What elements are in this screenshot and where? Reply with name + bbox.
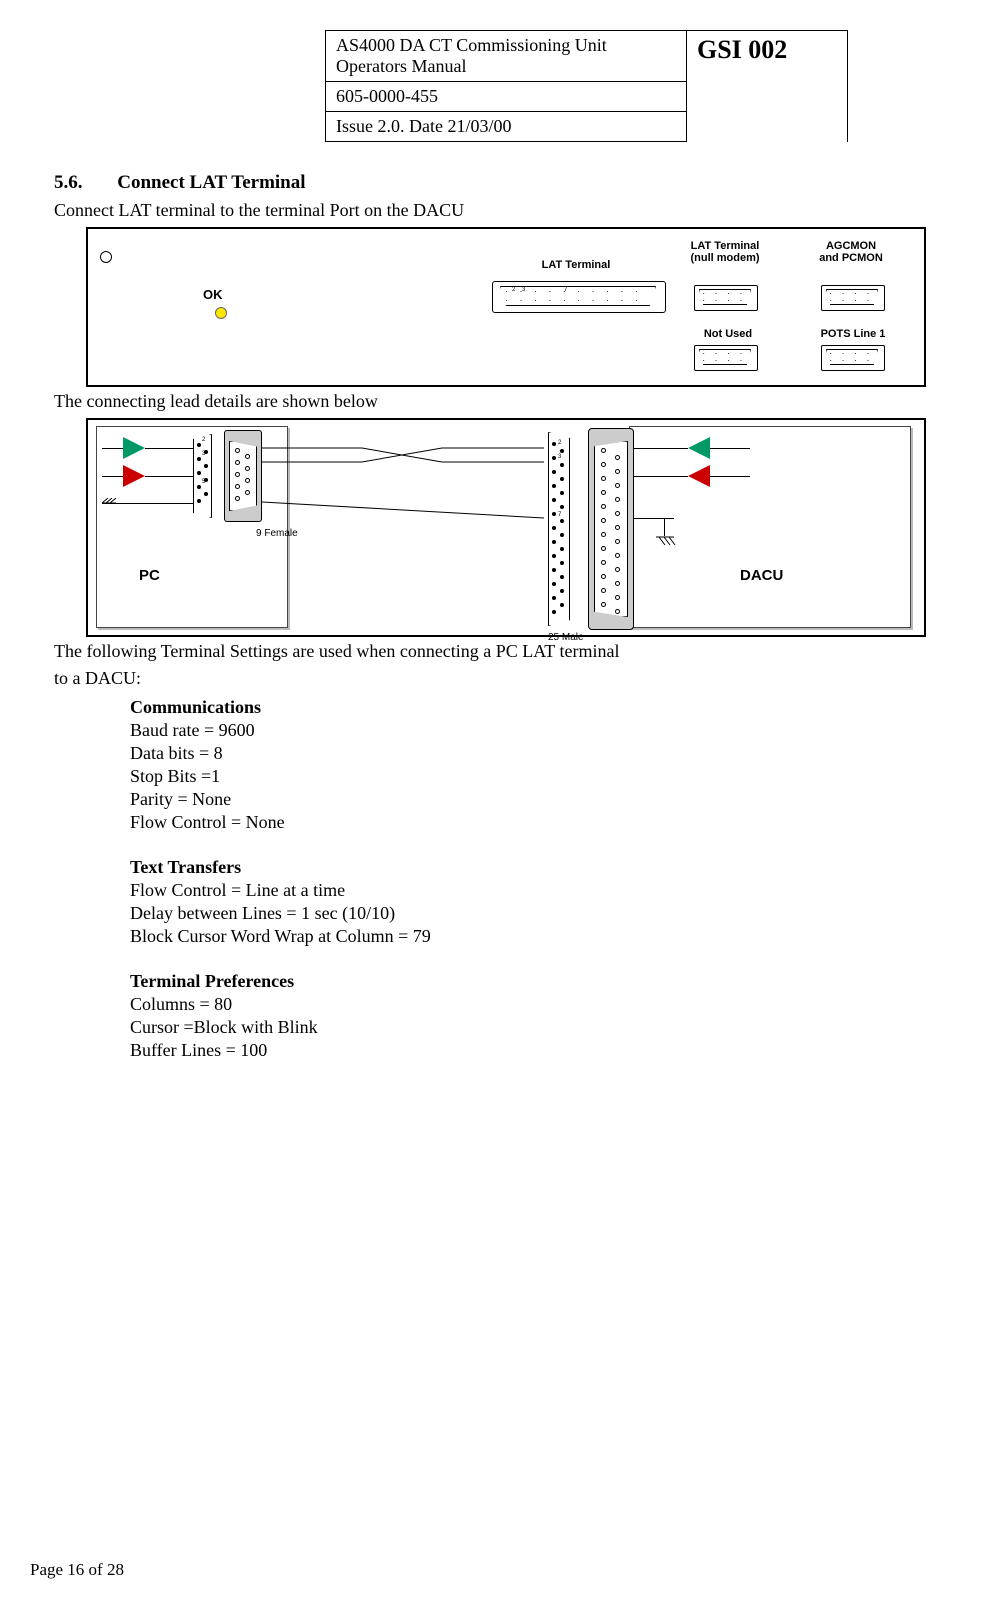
pin3-label: 3 — [522, 287, 525, 293]
intro-text: Connect LAT terminal to the terminal Por… — [54, 200, 930, 221]
text-1: Delay between Lines = 1 sec (10/10) — [130, 903, 930, 924]
text-title: Text Transfers — [130, 857, 930, 878]
pref-2: Buffer Lines = 100 — [130, 1040, 930, 1061]
db25-pins — [548, 432, 568, 624]
not-used-label: Not Used — [698, 328, 758, 340]
pin2-label: 2 — [512, 287, 515, 293]
dacu-label: DACU — [740, 567, 783, 584]
pots-label: POTS Line 1 — [813, 328, 893, 340]
pref-1: Cursor =Block with Blink — [130, 1017, 930, 1038]
lat-null-label: LAT Terminal (null modem) — [680, 240, 770, 264]
section-heading: 5.6. Connect LAT Terminal — [54, 172, 930, 194]
post-text1: The following Terminal Settings are used… — [54, 641, 930, 662]
rx-arrow-icon — [123, 465, 145, 487]
pref-0: Columns = 80 — [130, 994, 930, 1015]
panel-screw-icon — [100, 251, 112, 263]
crossover-wires-icon — [262, 440, 544, 540]
post-text2: to a DACU: — [54, 668, 930, 689]
header-issue: Issue 2.0. Date 21/03/00 — [326, 112, 687, 142]
db9-front-icon — [193, 434, 212, 518]
header-title-line2: Operators Manual — [336, 56, 466, 76]
cable-wiring-diagram: PC DACU 2 3 5 — [86, 418, 926, 637]
section-number: 5.6. — [54, 172, 83, 193]
header-title-cell: AS4000 DA CT Commissioning Unit Operator… — [326, 31, 687, 82]
db25-connector-icon: • • • • • • • • • • • • • • • • • • • • … — [492, 281, 664, 311]
pc-pin3: 3 — [202, 451, 205, 457]
document-header: AS4000 DA CT Commissioning Unit Operator… — [325, 30, 848, 142]
header-docnum: 605-0000-455 — [326, 82, 687, 112]
db9-notused-icon: • • • • •• • • • — [694, 345, 756, 369]
dacu-ground-icon — [656, 535, 680, 549]
db9-pots-icon: • • • • •• • • • — [821, 345, 883, 369]
pc-label: PC — [139, 567, 160, 584]
ok-led-icon — [215, 307, 227, 319]
comm-3: Parity = None — [130, 789, 930, 810]
terminal-settings: Communications Baud rate = 9600 Data bit… — [130, 697, 930, 1061]
db9-null-icon: • • • • •• • • • — [694, 285, 756, 309]
lat-terminal-label: LAT Terminal — [526, 259, 626, 271]
agcmon-label: AGCMON and PCMON — [806, 240, 896, 264]
text-0: Flow Control = Line at a time — [130, 880, 930, 901]
dacu-tx-arrow-icon — [688, 437, 710, 459]
gsi-code: GSI 002 — [687, 31, 848, 142]
db25-shell-icon — [588, 428, 634, 630]
pin7-label: 7 — [564, 287, 567, 293]
ok-label: OK — [203, 287, 223, 302]
comm-0: Baud rate = 9600 — [130, 720, 930, 741]
pc-pin5: 5 — [202, 479, 205, 485]
tx-arrow-icon — [123, 437, 145, 459]
comm-2: Stop Bits =1 — [130, 766, 930, 787]
comm-4: Flow Control = None — [130, 812, 930, 833]
db25-male-label: 25 Male — [548, 632, 584, 643]
db9-agcmon-icon: • • • • •• • • • — [821, 285, 883, 309]
db9-shell-icon — [224, 430, 262, 522]
comm-title: Communications — [130, 697, 930, 718]
ground-icon — [102, 498, 120, 512]
text-2: Block Cursor Word Wrap at Column = 79 — [130, 926, 930, 947]
section-title: Connect LAT Terminal — [117, 172, 305, 193]
comm-1: Data bits = 8 — [130, 743, 930, 764]
pref-title: Terminal Preferences — [130, 971, 930, 992]
pc-pin2: 2 — [202, 437, 205, 443]
header-title-line1: AS4000 DA CT Commissioning Unit — [336, 35, 607, 55]
dacu-panel-diagram: OK LAT Terminal • • • • • • • • • • • • … — [86, 227, 926, 387]
dacu-box: DACU — [629, 426, 911, 628]
mid-text: The connecting lead details are shown be… — [54, 391, 930, 412]
dacu-rx-arrow-icon — [688, 465, 710, 487]
page-footer: Page 16 of 28 — [30, 1560, 124, 1580]
